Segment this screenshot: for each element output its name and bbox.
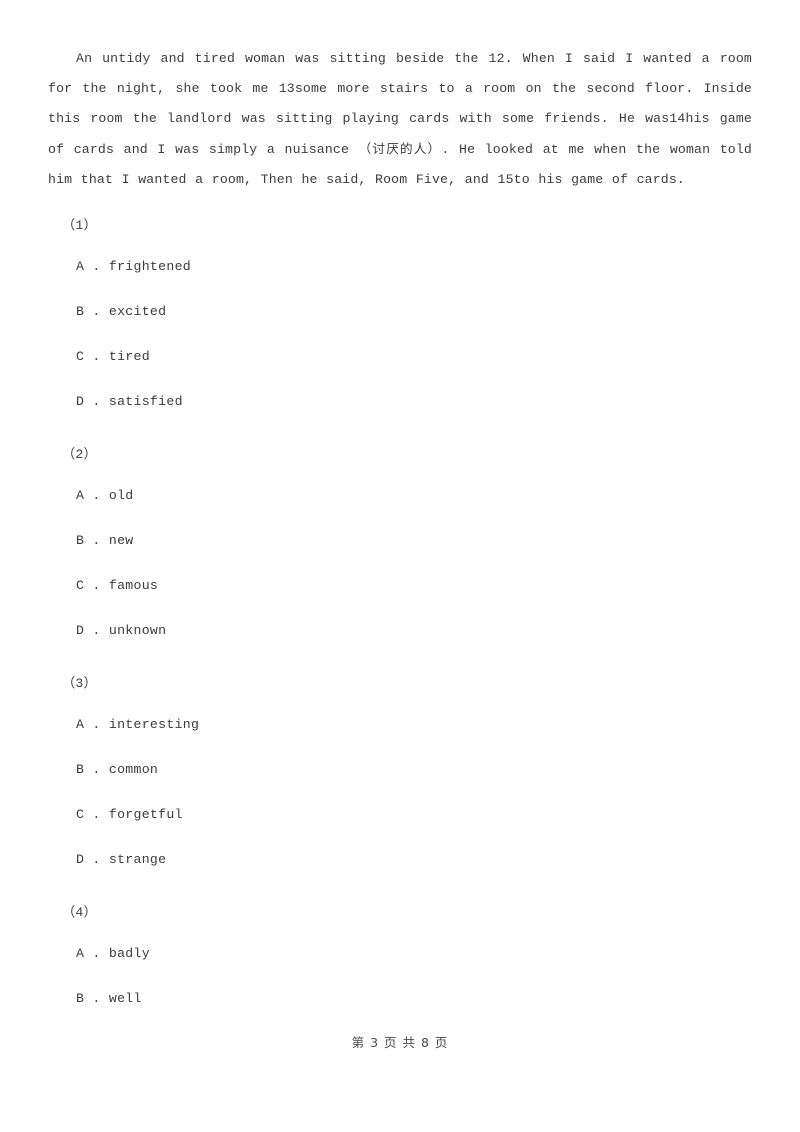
question-number-4: （4）	[62, 905, 97, 920]
option-4-a[interactable]: A . badly	[48, 931, 752, 976]
page-footer: 第 3 页 共 8 页	[351, 1035, 449, 1050]
question-options-1: A . frightened B . excited C . tired D .…	[48, 244, 752, 424]
question-options-2: A . old B . new C . famous D . unknown	[48, 473, 752, 653]
option-3-a[interactable]: A . interesting	[48, 702, 752, 747]
page-content: An untidy and tired woman was sitting be…	[48, 44, 752, 1021]
question-options-4: A . badly B . well	[48, 931, 752, 1021]
option-2-b[interactable]: B . new	[48, 518, 752, 563]
question-block-3: （3） A . interesting B . common C . forge…	[48, 669, 752, 882]
passage-chinese-gloss: （讨厌的人）	[358, 141, 442, 156]
option-2-a[interactable]: A . old	[48, 473, 752, 518]
option-2-c[interactable]: C . famous	[48, 563, 752, 608]
reading-passage: An untidy and tired woman was sitting be…	[48, 44, 752, 195]
option-3-c[interactable]: C . forgetful	[48, 792, 752, 837]
question-block-1: （1） A . frightened B . excited C . tired…	[48, 211, 752, 424]
option-2-d[interactable]: D . unknown	[48, 608, 752, 653]
option-3-d[interactable]: D . strange	[48, 837, 752, 882]
option-1-c[interactable]: C . tired	[48, 334, 752, 379]
option-3-b[interactable]: B . common	[48, 747, 752, 792]
question-number-3: （3）	[62, 676, 97, 691]
document-page: An untidy and tired woman was sitting be…	[0, 0, 800, 1132]
option-4-b[interactable]: B . well	[48, 976, 752, 1021]
option-1-b[interactable]: B . excited	[48, 289, 752, 334]
question-block-2: （2） A . old B . new C . famous D . unkno…	[48, 440, 752, 653]
option-1-d[interactable]: D . satisfied	[48, 379, 752, 424]
question-number-2: （2）	[62, 447, 97, 462]
question-options-3: A . interesting B . common C . forgetful…	[48, 702, 752, 882]
question-block-4: （4） A . badly B . well	[48, 898, 752, 1021]
question-number-1: （1）	[62, 218, 97, 233]
option-1-a[interactable]: A . frightened	[48, 244, 752, 289]
